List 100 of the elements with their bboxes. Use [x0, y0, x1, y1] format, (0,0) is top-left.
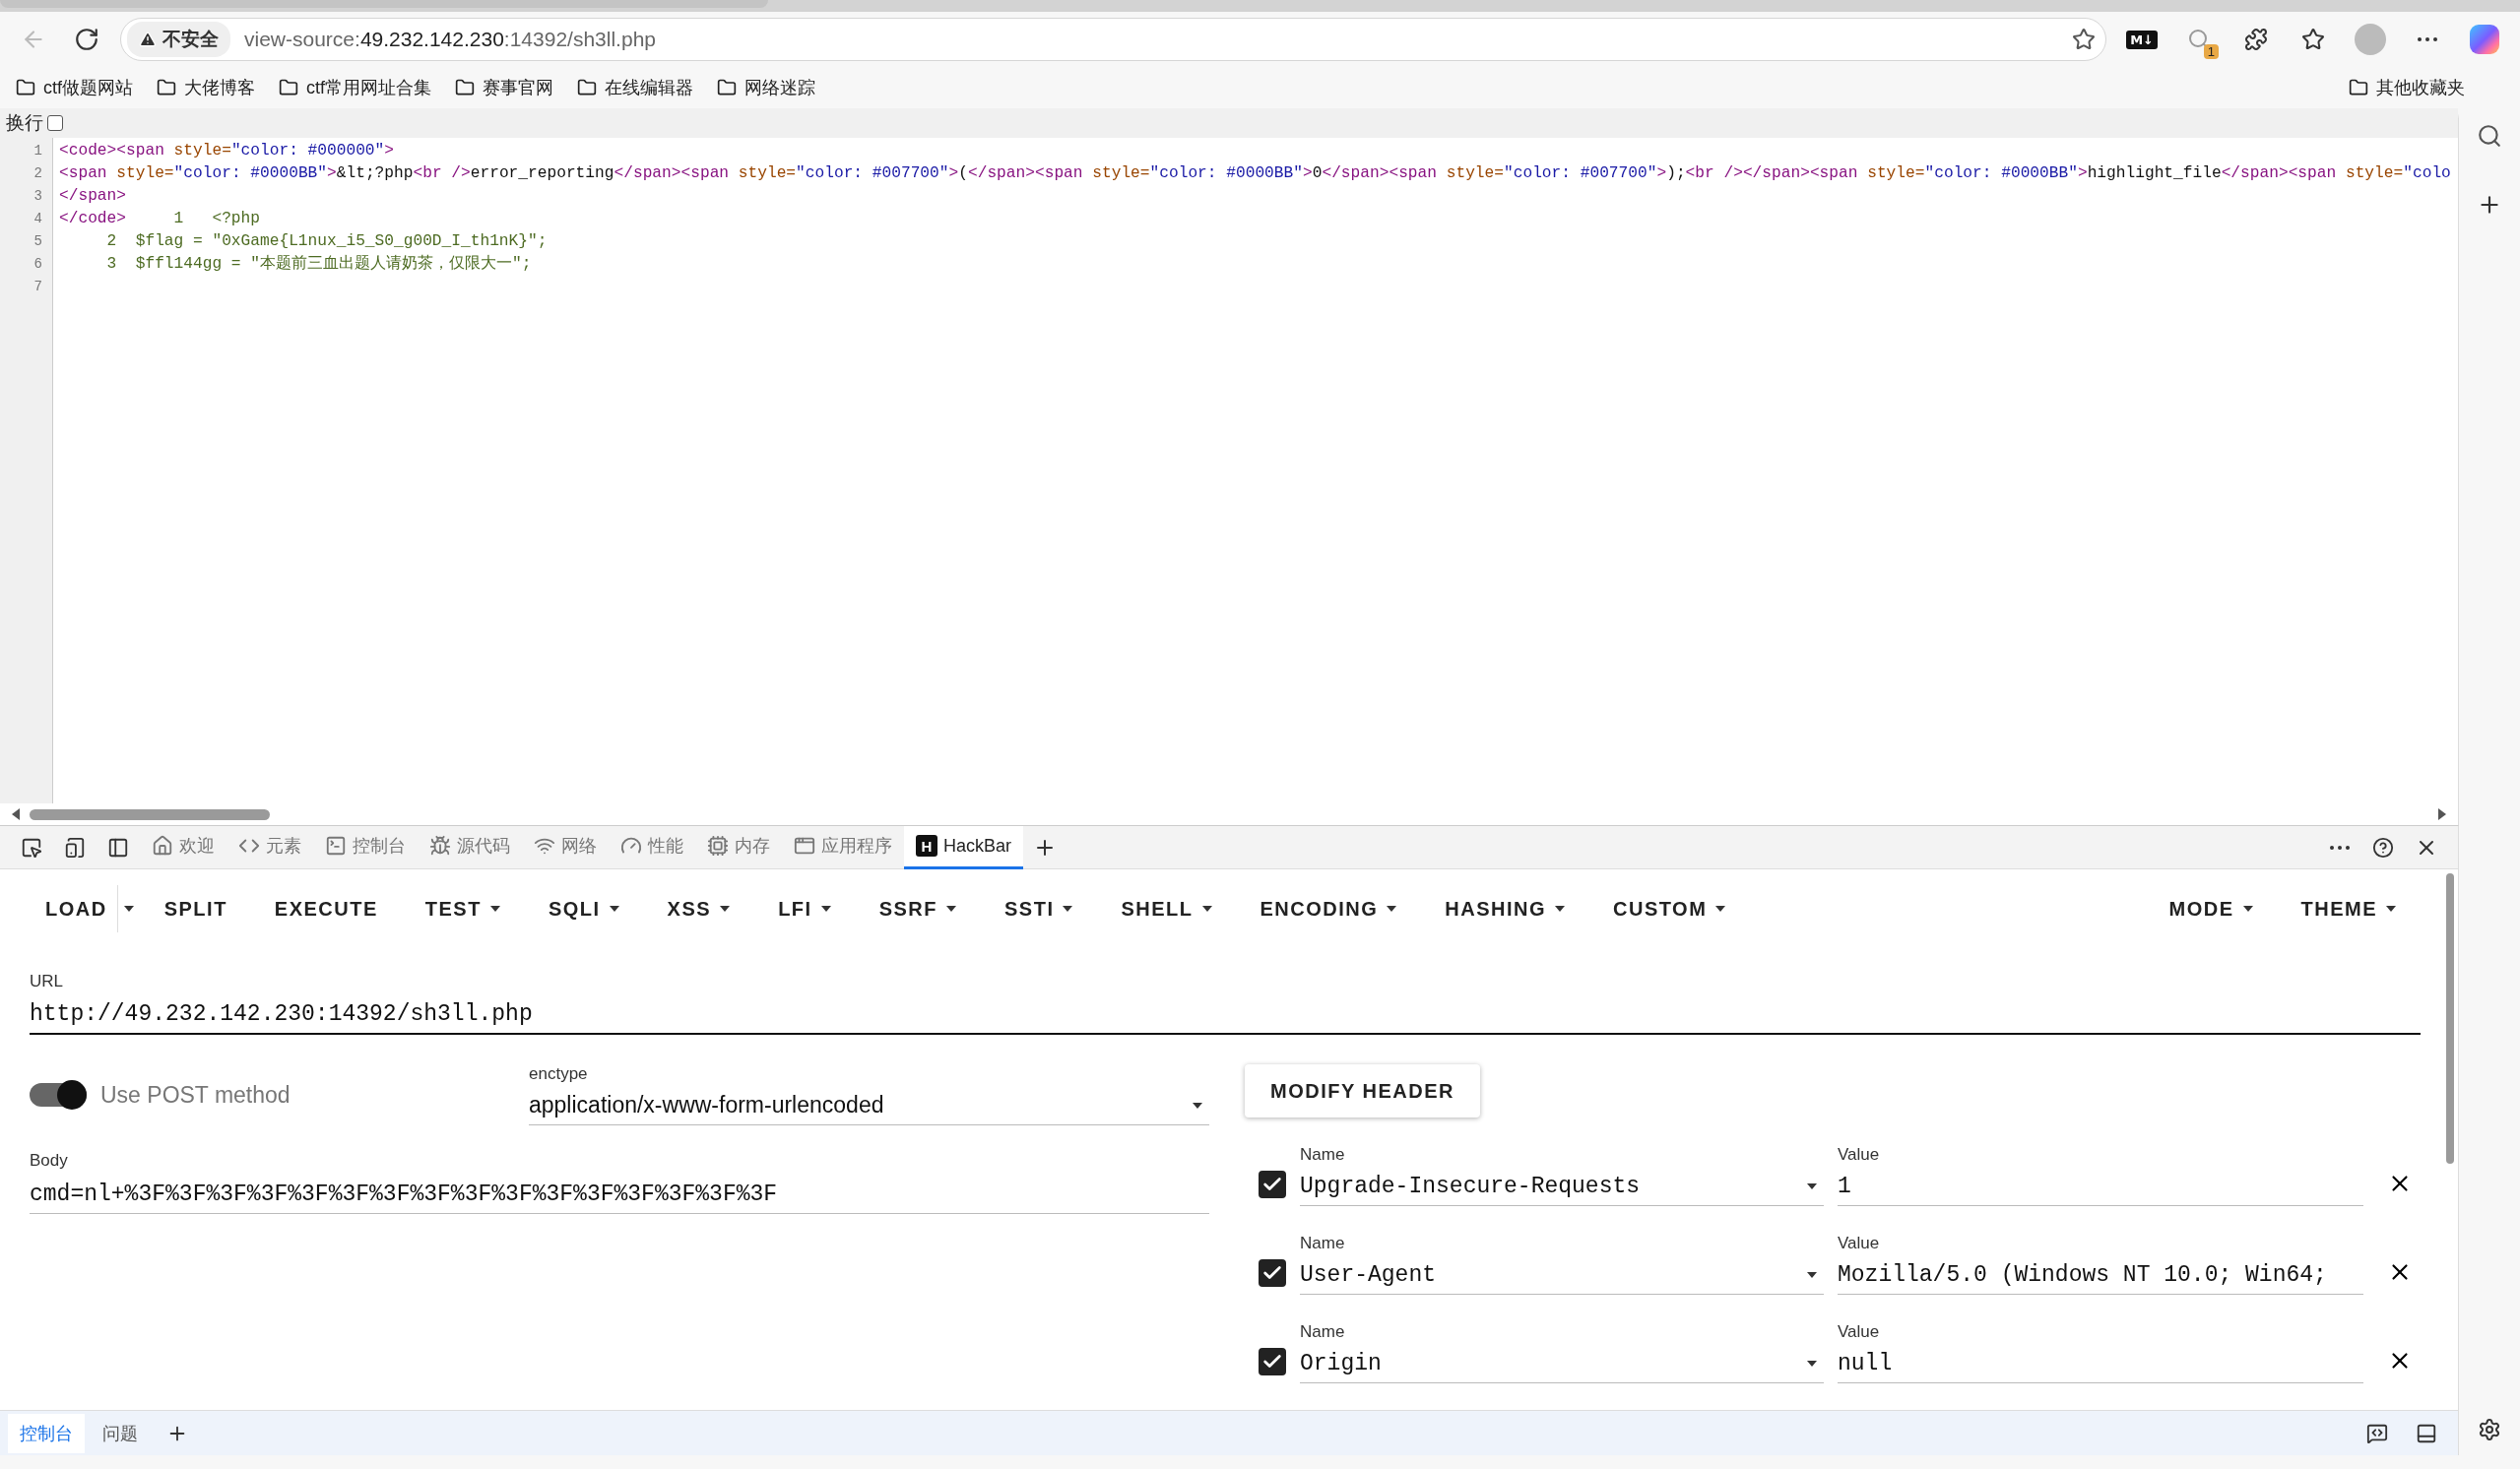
drawer-tab[interactable]: 控制台 — [8, 1413, 85, 1453]
pointer-icon — [21, 836, 42, 859]
help-icon — [2372, 836, 2394, 859]
bookmark-link[interactable]: 网络迷踪 — [717, 76, 816, 99]
source-line: 2 $flag = "0xGame{L1nux_i5_S0_g00D_I_th1nK}"; — [105, 231, 549, 252]
scrollbar-thumb[interactable] — [30, 808, 270, 820]
menu-button[interactable]: LFI — [754, 885, 856, 932]
header-name-field[interactable]: User-Agent — [1300, 1255, 1824, 1295]
menu-button[interactable]: SQLI — [524, 885, 644, 932]
home-icon — [152, 835, 173, 857]
menu-button[interactable]: SPLIT — [140, 885, 251, 932]
bookmark-link[interactable]: 大佬博客 — [157, 76, 255, 99]
window-icon — [794, 835, 815, 857]
devtools-tab[interactable]: 欢迎 — [140, 825, 226, 869]
menu-button[interactable]: ENCODING — [1236, 885, 1422, 932]
line-number: 1 — [32, 142, 43, 160]
header-value-field[interactable]: 1 — [1838, 1167, 2363, 1206]
folder-icon — [16, 78, 35, 97]
devices-icon — [64, 836, 86, 859]
caret-icon — [1806, 1182, 1818, 1190]
star-icon — [2301, 28, 2325, 51]
markdown-button[interactable]: M↓ — [2126, 30, 2158, 49]
source-line: <code><span style="color: #000000"> — [59, 141, 396, 161]
header-name-field[interactable]: Origin — [1300, 1344, 1824, 1383]
header-value-field[interactable]: Mozilla/5.0 (Windows NT 10.0; Win64; — [1838, 1255, 2363, 1295]
menu-button[interactable]: LOAD — [22, 885, 131, 932]
post-toggle[interactable] — [30, 1083, 87, 1107]
menu-button[interactable]: MODE — [2145, 885, 2278, 932]
body-label: Body — [30, 1151, 69, 1171]
menu-button[interactable]: EXECUTE — [250, 885, 402, 932]
header-checkbox[interactable] — [1259, 1259, 1286, 1287]
devtools-tab[interactable]: H HackBar — [904, 825, 1024, 869]
devtools-tab[interactable]: 源代码 — [418, 825, 522, 869]
caret-icon — [1192, 1101, 1203, 1110]
folder-icon — [2349, 78, 2368, 97]
header-checkbox[interactable] — [1259, 1348, 1286, 1375]
source-line: </span> — [59, 186, 127, 207]
source-line: </code> 1 <?php — [59, 209, 261, 229]
menu-button[interactable]: THEME — [2277, 885, 2421, 932]
header-value-field[interactable]: null — [1838, 1344, 2363, 1383]
modify-header-button[interactable]: MODIFY HEADER — [1245, 1064, 1480, 1118]
line-number: 7 — [32, 278, 43, 296]
devtools-tab[interactable]: 元素 — [226, 825, 313, 869]
settings-icon — [2478, 1418, 2501, 1441]
folder-icon — [157, 78, 176, 97]
enctype-select[interactable]: application/x-www-form-urlencoded — [529, 1086, 1209, 1125]
name-label: Name — [1300, 1322, 1346, 1342]
line-number: 4 — [32, 210, 43, 228]
bookmark-link[interactable]: 赛事官网 — [455, 76, 554, 99]
menu-button[interactable]: SHELL — [1097, 885, 1237, 932]
puzzle-icon — [2244, 28, 2268, 51]
line-number: 6 — [32, 255, 43, 274]
devtools-tab[interactable]: 控制台 — [313, 825, 418, 869]
menu-button[interactable]: SSTI — [981, 885, 1098, 932]
hackbar-logo: H — [916, 835, 937, 857]
extension-badge: 1 — [2203, 44, 2219, 59]
warning-icon — [139, 31, 157, 48]
bookmark-link[interactable]: ctf做题网站 — [16, 76, 133, 99]
wrap-checkbox[interactable] — [47, 115, 63, 131]
post-label: Use POST method — [100, 1081, 291, 1109]
value-label: Value — [1838, 1145, 1881, 1165]
devtools-tab[interactable]: 网络 — [522, 825, 609, 869]
scroll-left-icon[interactable] — [10, 807, 22, 821]
devtools-tab[interactable]: 应用程序 — [782, 825, 904, 869]
menu-button[interactable]: HASHING — [1421, 885, 1590, 932]
header-name-field[interactable]: Upgrade-Insecure-Requests — [1300, 1167, 1824, 1206]
devtools-tab[interactable]: 性能 — [609, 825, 695, 869]
scroll-right-icon[interactable] — [2436, 807, 2448, 821]
search-icon — [2477, 123, 2502, 149]
bookmark-link[interactable]: ctf常用网址合集 — [279, 76, 432, 99]
folder-icon — [717, 78, 738, 97]
body-field[interactable]: cmd=nl+%3F%3F%3F%3F%3F%3F%3F%3F%3F%3F%3F%3F%3F%3F%3F%3F — [30, 1175, 1209, 1214]
scrollbar-thumb[interactable] — [2446, 873, 2454, 1164]
extension-button[interactable]: 1 — [2177, 18, 2221, 61]
star-icon[interactable] — [2072, 28, 2097, 51]
menu-button[interactable]: SSRF — [855, 885, 981, 932]
security-chip[interactable]: 不安全 — [127, 22, 230, 57]
avatar-icon — [2355, 24, 2386, 55]
address-text: view-source:49.232.142.230:14392/sh3ll.php — [244, 28, 656, 51]
more-icon — [2330, 845, 2350, 850]
address-bar[interactable]: 不安全 view-source:49.232.142.230:14392/sh3ll.php — [120, 18, 2107, 61]
logo — [2470, 25, 2499, 54]
menu-button[interactable]: XSS — [643, 885, 755, 932]
line-number: 3 — [32, 187, 43, 206]
drawer-tab[interactable]: 问题 — [91, 1413, 150, 1453]
more-icon — [2418, 37, 2437, 41]
bookmark-link[interactable]: 在线编辑器 — [577, 76, 694, 99]
panel-icon — [107, 836, 129, 859]
bug-icon — [429, 835, 451, 857]
caret-icon — [123, 905, 136, 913]
url-label: URL — [30, 972, 64, 991]
header-checkbox[interactable] — [1259, 1171, 1286, 1198]
devtools-tab[interactable]: 内存 — [695, 825, 782, 869]
menu-button[interactable]: TEST — [401, 885, 525, 932]
source-line: <span style="color: #0000BB">&lt;?php<br />error_reporting</span><span style="color: #007700">(</span><span style="color: #0000BB">0</span><span style="color: #007700">);<br /></span><span style="color: #0000BB">highlight_file</span><span style="colo — [59, 163, 2452, 184]
terminal-icon — [325, 835, 347, 857]
other-bookmarks-link[interactable]: 其他收藏夹 — [2349, 76, 2465, 99]
folder-icon — [455, 78, 476, 97]
url-field[interactable]: http://49.232.142.230:14392/sh3ll.php — [30, 995, 2421, 1035]
menu-button[interactable]: CUSTOM — [1589, 885, 1751, 932]
